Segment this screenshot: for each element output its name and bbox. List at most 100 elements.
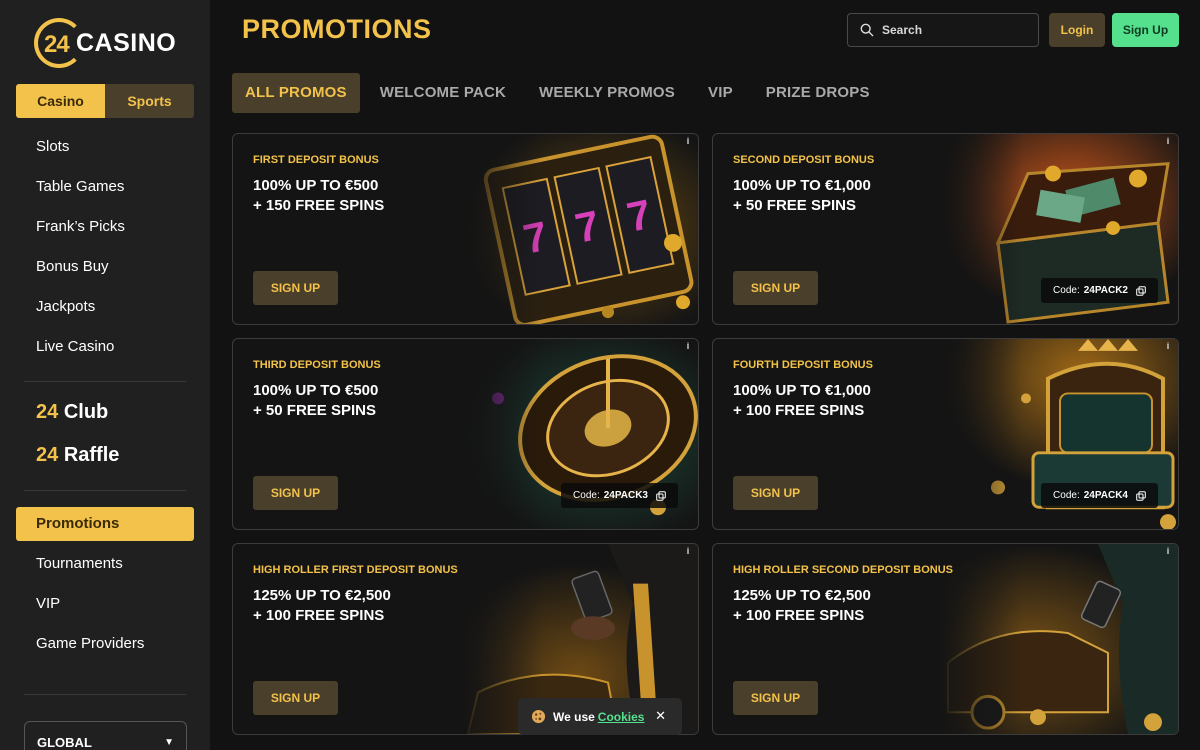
sidebar-item-game-providers[interactable]: Game Providers bbox=[36, 624, 144, 664]
promo-label: SECOND DEPOSIT BONUS bbox=[733, 154, 875, 166]
copy-icon bbox=[656, 490, 666, 501]
sidebar-item-table-games[interactable]: Table Games bbox=[36, 167, 125, 207]
code-value: 24PACK2 bbox=[1083, 285, 1128, 296]
promo-label: HIGH ROLLER FIRST DEPOSIT BONUS bbox=[253, 564, 458, 576]
tab-all-promos[interactable]: ALL PROMOS bbox=[232, 73, 360, 113]
promo-card-third-deposit: i THIRD DEPOSIT BONUS 100% UP TO €500 + … bbox=[232, 338, 699, 530]
promo-spins: + 150 FREE SPINS bbox=[253, 197, 385, 214]
promo-card-second-deposit: i SECOND DEPOSIT BONUS 100% UP TO €1,000… bbox=[712, 133, 1179, 325]
info-icon[interactable]: i bbox=[682, 546, 694, 558]
logo-number: 24 bbox=[44, 31, 70, 58]
promo-offer: 125% UP TO €2,500 bbox=[733, 587, 871, 604]
promo-tabs: ALL PROMOS WELCOME PACK WEEKLY PROMOS VI… bbox=[232, 73, 890, 113]
logo-word: CASINO bbox=[76, 28, 177, 57]
tab-vip[interactable]: VIP bbox=[695, 73, 746, 113]
promo-signup-button[interactable]: SIGN UP bbox=[733, 681, 818, 715]
region-select[interactable]: GLOBAL ▼ bbox=[24, 721, 187, 750]
promo-code-copy[interactable]: Code: 24PACK3 bbox=[561, 483, 678, 508]
sidebar-item-24-raffle[interactable]: 24 Raffle bbox=[36, 444, 119, 467]
code-value: 24PACK4 bbox=[1083, 490, 1128, 501]
sidebar-item-tournaments[interactable]: Tournaments bbox=[36, 544, 144, 584]
info-icon[interactable]: i bbox=[1162, 136, 1174, 148]
sidebar-divider bbox=[24, 694, 186, 695]
promo-signup-button[interactable]: SIGN UP bbox=[733, 271, 818, 305]
promo-signup-button[interactable]: SIGN UP bbox=[253, 476, 338, 510]
promo-spins: + 100 FREE SPINS bbox=[733, 402, 865, 419]
promo-label: FOURTH DEPOSIT BONUS bbox=[733, 359, 873, 371]
promo-signup-button[interactable]: SIGN UP bbox=[253, 681, 338, 715]
sidebar-item-promotions[interactable]: Promotions bbox=[16, 507, 194, 541]
promo-title: 100% UP TO €500 + 150 FREE SPINS bbox=[253, 176, 493, 216]
promo-spins: + 100 FREE SPINS bbox=[253, 607, 385, 624]
sidebar-item-live-casino[interactable]: Live Casino bbox=[36, 327, 125, 367]
promo-spins: + 100 FREE SPINS bbox=[733, 607, 865, 624]
promo-code-copy[interactable]: Code: 24PACK2 bbox=[1041, 278, 1158, 303]
casino-app: 24 CASINO Casino Sports Slots Table Game… bbox=[0, 0, 1200, 750]
promo-offer: 100% UP TO €1,000 bbox=[733, 382, 871, 399]
signup-button[interactable]: Sign Up bbox=[1112, 13, 1179, 47]
sidebar-item-vip[interactable]: VIP bbox=[36, 584, 144, 624]
sidebar-item-24-club[interactable]: 24 Club bbox=[36, 401, 108, 424]
promo-offer: 100% UP TO €500 bbox=[253, 177, 379, 194]
sidebar-item-slots[interactable]: Slots bbox=[36, 127, 125, 167]
club-number: 24 bbox=[36, 401, 59, 423]
toggle-sports[interactable]: Sports bbox=[105, 84, 194, 118]
promo-label: HIGH ROLLER SECOND DEPOSIT BONUS bbox=[733, 564, 954, 576]
login-button[interactable]: Login bbox=[1049, 13, 1105, 47]
promo-title: 100% UP TO €500 + 50 FREE SPINS bbox=[253, 381, 493, 421]
casino-sports-toggle: Casino Sports bbox=[16, 84, 194, 118]
promo-spins: + 50 FREE SPINS bbox=[733, 197, 856, 214]
promo-title: 100% UP TO €1,000 + 100 FREE SPINS bbox=[733, 381, 973, 421]
promo-code-copy[interactable]: Code: 24PACK4 bbox=[1041, 483, 1158, 508]
toggle-casino[interactable]: Casino bbox=[16, 84, 105, 118]
code-value: 24PACK3 bbox=[603, 490, 648, 501]
promo-spins: + 50 FREE SPINS bbox=[253, 402, 376, 419]
promo-label: THIRD DEPOSIT BONUS bbox=[253, 359, 381, 371]
info-icon[interactable]: i bbox=[1162, 341, 1174, 353]
code-label: Code: bbox=[1053, 490, 1080, 501]
chevron-down-icon: ▼ bbox=[164, 737, 174, 748]
code-label: Code: bbox=[1053, 285, 1080, 296]
promo-card-fourth-deposit: i FOURTH DEPOSIT BONUS 100% UP TO €1,000… bbox=[712, 338, 1179, 530]
sidebar-nav-more: Tournaments VIP Game Providers bbox=[36, 544, 144, 664]
sidebar-item-jackpots[interactable]: Jackpots bbox=[36, 287, 125, 327]
sidebar-item-franks-picks[interactable]: Frank’s Picks bbox=[36, 207, 125, 247]
code-label: Code: bbox=[573, 490, 600, 501]
tab-weekly-promos[interactable]: WEEKLY PROMOS bbox=[526, 73, 688, 113]
raffle-label: Raffle bbox=[63, 444, 120, 466]
tab-prize-drops[interactable]: PRIZE DROPS bbox=[753, 73, 883, 113]
search-input[interactable]: Search bbox=[847, 13, 1039, 47]
copy-icon bbox=[1136, 490, 1146, 501]
promo-offer: 100% UP TO €1,000 bbox=[733, 177, 871, 194]
info-icon[interactable]: i bbox=[682, 341, 694, 353]
copy-icon bbox=[1136, 285, 1146, 296]
promo-label: FIRST DEPOSIT BONUS bbox=[253, 154, 379, 166]
region-value: GLOBAL bbox=[37, 735, 92, 750]
cookie-banner: We use Cookies ✕ bbox=[518, 698, 682, 735]
search-icon bbox=[860, 23, 874, 37]
luxury-car-illustration bbox=[938, 544, 1178, 734]
info-icon[interactable]: i bbox=[682, 136, 694, 148]
sidebar-divider bbox=[24, 490, 186, 491]
promo-title: 125% UP TO €2,500 + 100 FREE SPINS bbox=[253, 586, 493, 626]
sidebar-divider bbox=[24, 381, 186, 382]
search-placeholder: Search bbox=[882, 23, 923, 37]
sidebar-item-bonus-buy[interactable]: Bonus Buy bbox=[36, 247, 125, 287]
raffle-number: 24 bbox=[36, 444, 59, 466]
promo-signup-button[interactable]: SIGN UP bbox=[733, 476, 818, 510]
info-icon[interactable]: i bbox=[1162, 546, 1174, 558]
logo-ring-icon: 24 bbox=[34, 18, 84, 68]
slot-machine-illustration: 7 7 7 bbox=[458, 134, 698, 324]
page-title: PROMOTIONS bbox=[242, 14, 432, 44]
promo-card-first-deposit: 7 7 7 i FIRST DEPOSIT BONUS 100% UP TO €… bbox=[232, 133, 699, 325]
sidebar-nav-games: Slots Table Games Frank’s Picks Bonus Bu… bbox=[36, 127, 125, 367]
promo-signup-button[interactable]: SIGN UP bbox=[253, 271, 338, 305]
close-icon[interactable]: ✕ bbox=[655, 708, 666, 724]
promo-card-high-roller-second: i HIGH ROLLER SECOND DEPOSIT BONUS 125% … bbox=[712, 543, 1179, 735]
promo-offer: 125% UP TO €2,500 bbox=[253, 587, 391, 604]
cookie-link[interactable]: Cookies bbox=[598, 710, 645, 724]
tab-welcome-pack[interactable]: WELCOME PACK bbox=[367, 73, 519, 113]
brand-logo[interactable]: 24 CASINO bbox=[34, 18, 176, 68]
club-label: Club bbox=[63, 401, 109, 423]
promo-offer: 100% UP TO €500 bbox=[253, 382, 379, 399]
